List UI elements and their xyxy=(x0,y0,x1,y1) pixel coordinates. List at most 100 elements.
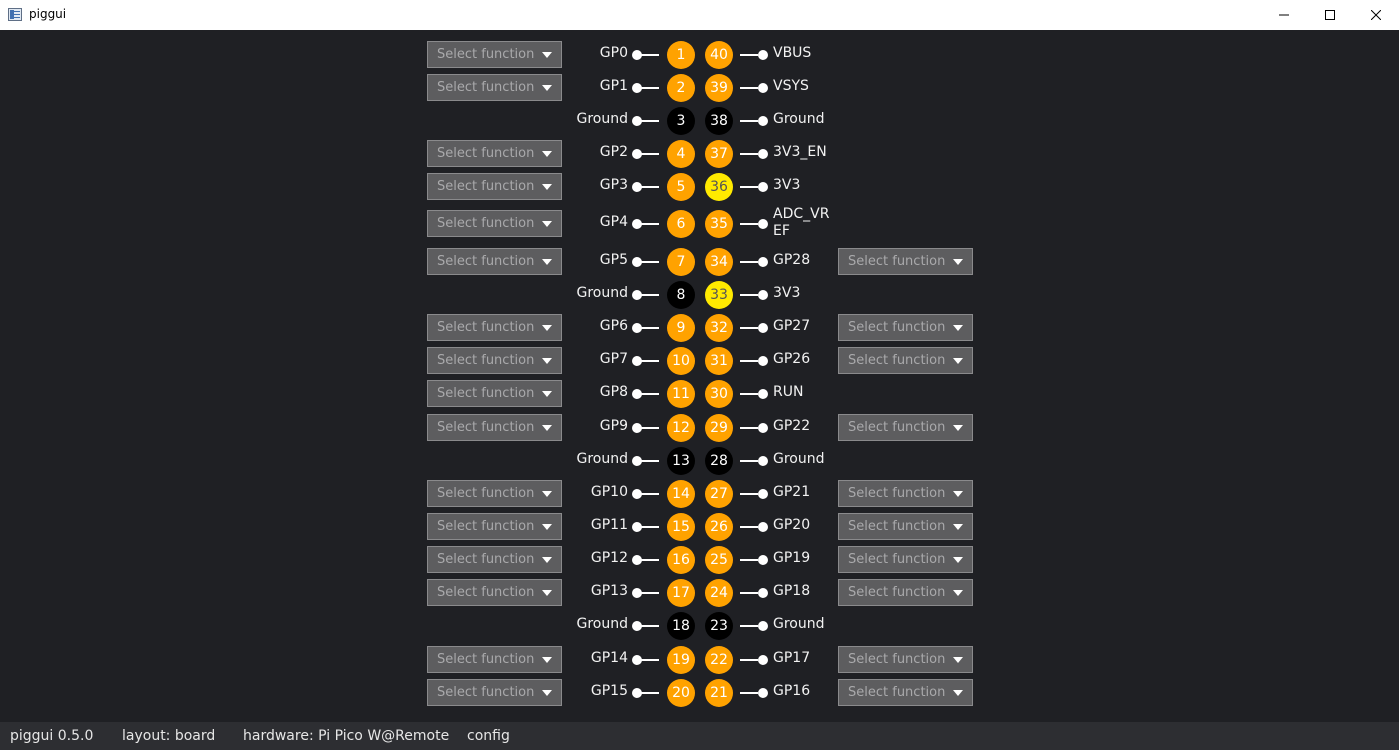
select-function-pin-29[interactable]: Select function xyxy=(838,414,973,441)
pin-connector-line xyxy=(740,186,758,188)
pin-connector-line xyxy=(740,327,758,329)
pin-connector-dot xyxy=(632,456,642,466)
pin-name-35: ADC_VREF xyxy=(773,206,830,239)
pin-number-26: 26 xyxy=(705,513,733,541)
pin-connector-line xyxy=(641,54,659,56)
hardware-selector[interactable]: hardware: Pi Pico W@Remote xyxy=(243,728,449,744)
app-icon xyxy=(8,8,22,21)
pin-connector-line xyxy=(641,153,659,155)
select-function-pin-24[interactable]: Select function xyxy=(838,579,973,606)
chevron-down-icon xyxy=(542,491,552,497)
pin-connector-dot xyxy=(758,489,768,499)
pin-number-35: 35 xyxy=(705,210,733,238)
select-function-pin-19[interactable]: Select function xyxy=(427,646,562,673)
select-function-pin-1[interactable]: Select function xyxy=(427,41,562,68)
pin-number-18: 18 xyxy=(667,612,695,640)
pin-name-32: GP27 xyxy=(773,318,811,334)
pin-name-16: GP12 xyxy=(590,550,628,566)
pin-number-7: 7 xyxy=(667,248,695,276)
select-function-pin-20[interactable]: Select function xyxy=(427,679,562,706)
pin-row: Select function GP8 11 RUN 30 xyxy=(0,377,1399,410)
select-function-pin-32[interactable]: Select function xyxy=(838,314,973,341)
chevron-down-icon xyxy=(953,590,963,596)
select-function-pin-6[interactable]: Select function xyxy=(427,210,562,237)
select-function-pin-12[interactable]: Select function xyxy=(427,414,562,441)
pin-number-25: 25 xyxy=(705,546,733,574)
pin-connector-dot xyxy=(632,356,642,366)
pin-row: Ground 3 Ground 38 xyxy=(0,104,1399,137)
pin-connector-dot xyxy=(632,423,642,433)
select-function-pin-10[interactable]: Select function xyxy=(427,347,562,374)
pin-connector-dot xyxy=(632,655,642,665)
select-function-pin-27[interactable]: Select function xyxy=(838,480,973,507)
select-function-pin-21[interactable]: Select function xyxy=(838,679,973,706)
version-label[interactable]: piggui 0.5.0 xyxy=(10,728,93,744)
pin-connector-dot xyxy=(758,219,768,229)
pin-name-27: GP21 xyxy=(773,484,811,500)
pin-row: Select function GP14 19 Select function GP17… xyxy=(0,643,1399,676)
pin-name-20: GP15 xyxy=(590,683,628,699)
select-function-pin-17[interactable]: Select function xyxy=(427,579,562,606)
select-function-pin-11[interactable]: Select function xyxy=(427,380,562,407)
select-function-pin-34[interactable]: Select function xyxy=(838,248,973,275)
pin-connector-dot xyxy=(758,555,768,565)
pin-connector-dot xyxy=(632,290,642,300)
select-function-pin-22[interactable]: Select function xyxy=(838,646,973,673)
chevron-down-icon xyxy=(542,259,552,265)
chevron-down-icon xyxy=(542,557,552,563)
pin-row: Select function GP9 12 Select function GP22 2… xyxy=(0,411,1399,444)
select-function-pin-15[interactable]: Select function xyxy=(427,513,562,540)
select-function-pin-16[interactable]: Select function xyxy=(427,546,562,573)
select-function-pin-14[interactable]: Select function xyxy=(427,480,562,507)
minimize-button[interactable] xyxy=(1261,0,1307,30)
pin-name-15: GP11 xyxy=(590,517,628,533)
select-function-pin-9[interactable]: Select function xyxy=(427,314,562,341)
status-bar: piggui 0.5.0 layout: board hardware: Pi … xyxy=(0,722,1399,750)
pin-connector-line xyxy=(740,659,758,661)
pin-number-6: 6 xyxy=(667,210,695,238)
select-function-pin-31[interactable]: Select function xyxy=(838,347,973,374)
pin-name-18: Ground xyxy=(576,616,629,632)
select-function-pin-25[interactable]: Select function xyxy=(838,546,973,573)
select-function-pin-5[interactable]: Select function xyxy=(427,173,562,200)
pin-connector-line xyxy=(641,460,659,462)
select-function-pin-4[interactable]: Select function xyxy=(427,140,562,167)
pin-row: Select function GP0 1 VBUS 40 xyxy=(0,38,1399,71)
select-function-pin-7[interactable]: Select function xyxy=(427,248,562,275)
pin-connector-line xyxy=(641,427,659,429)
pin-connector-line xyxy=(641,360,659,362)
pin-row: Select function GP3 5 3V3 36 xyxy=(0,170,1399,203)
close-icon xyxy=(1371,10,1381,20)
pin-number-21: 21 xyxy=(705,679,733,707)
pin-connector-dot xyxy=(758,149,768,159)
pin-name-1: GP0 xyxy=(599,45,628,61)
pin-number-39: 39 xyxy=(705,74,733,102)
layout-selector[interactable]: layout: board xyxy=(122,728,215,744)
maximize-icon xyxy=(1325,10,1335,20)
pin-connector-dot xyxy=(758,456,768,466)
select-function-pin-2[interactable]: Select function xyxy=(427,74,562,101)
select-function-label: Select function xyxy=(848,585,946,600)
pin-connector-dot xyxy=(632,149,642,159)
pin-row: Select function GP1 2 VSYS 39 xyxy=(0,71,1399,104)
select-function-pin-26[interactable]: Select function xyxy=(838,513,973,540)
pin-number-24: 24 xyxy=(705,579,733,607)
pin-connector-dot xyxy=(632,588,642,598)
select-function-label: Select function xyxy=(437,652,535,667)
select-function-label: Select function xyxy=(437,47,535,62)
pin-name-34: GP28 xyxy=(773,252,811,268)
pin-connector-dot xyxy=(632,489,642,499)
close-button[interactable] xyxy=(1353,0,1399,30)
select-function-label: Select function xyxy=(437,685,535,700)
pin-number-40: 40 xyxy=(705,41,733,69)
pin-row: Select function GP6 9 Select function GP27 32 xyxy=(0,311,1399,344)
chevron-down-icon xyxy=(953,425,963,431)
maximize-button[interactable] xyxy=(1307,0,1353,30)
pin-number-8: 8 xyxy=(667,281,695,309)
pin-connector-dot xyxy=(758,50,768,60)
config-menu[interactable]: config xyxy=(467,728,510,744)
select-function-label: Select function xyxy=(437,386,535,401)
pin-connector-dot xyxy=(758,83,768,93)
pin-row: Select function GP11 15 Select function GP20… xyxy=(0,510,1399,543)
pin-name-14: GP10 xyxy=(590,484,628,500)
